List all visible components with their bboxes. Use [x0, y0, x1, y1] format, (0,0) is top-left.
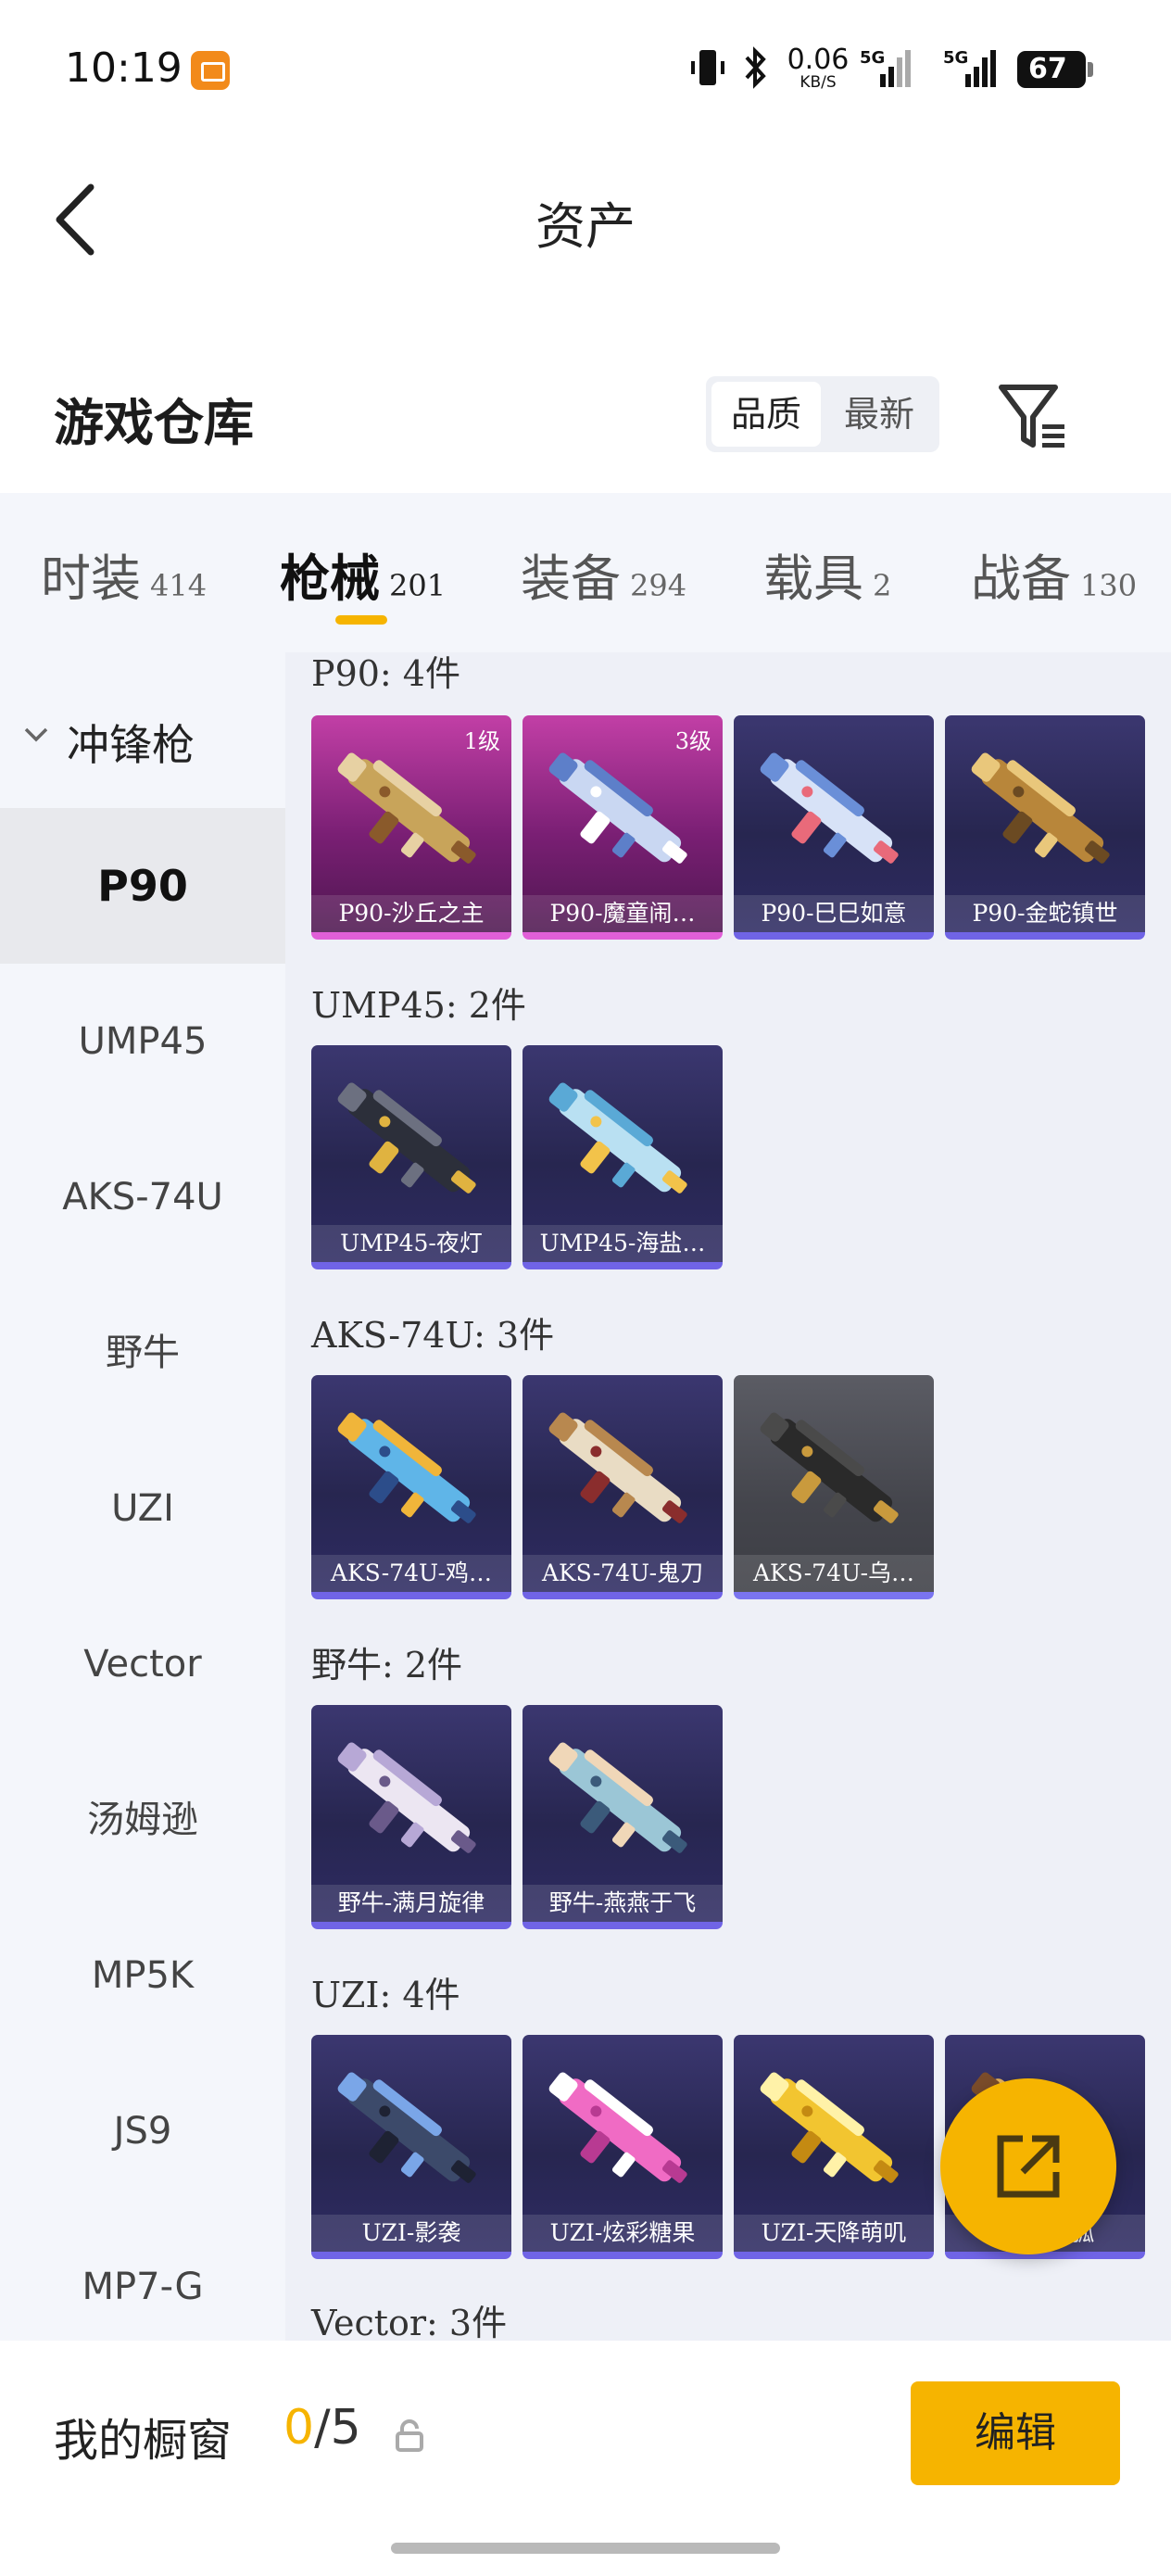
- chevron-down-icon: [24, 727, 48, 742]
- vibrate-icon: [691, 50, 724, 85]
- group-label-aks74u: AKS-74U: 3件: [311, 1315, 555, 1356]
- app-notification-icon: [191, 51, 230, 90]
- weapon-skin-image: [971, 752, 1110, 864]
- sidebar-item-js9[interactable]: JS9: [0, 2053, 285, 2209]
- share-button[interactable]: [940, 2078, 1116, 2254]
- sidebar-item-uzi[interactable]: UZI: [0, 1431, 285, 1586]
- weapon-name: UMP45-海盐…: [523, 1225, 723, 1262]
- signal-icon: 5G: [943, 48, 996, 87]
- filter-icon[interactable]: [996, 380, 1070, 454]
- weapon-name: UMP45-夜灯: [311, 1225, 511, 1262]
- weapon-card[interactable]: UZI-影袭: [311, 2035, 511, 2259]
- signal-icon: 5G: [860, 48, 911, 87]
- weapon-card[interactable]: UMP45-夜灯: [311, 1045, 511, 1269]
- weapon-card[interactable]: AKS-74U-鸡…: [311, 1375, 511, 1599]
- showcase-label: 我的橱窗: [54, 2415, 233, 2467]
- weapon-card[interactable]: 野牛-燕燕于飞: [523, 1705, 723, 1929]
- home-indicator[interactable]: [391, 2543, 780, 2554]
- group-label-bizon: 野牛: 2件: [311, 1645, 463, 1686]
- sort-by-newest[interactable]: 最新: [825, 382, 934, 447]
- weapon-card[interactable]: UZI-炫彩糖果: [523, 2035, 723, 2259]
- weapon-skin-image: [548, 1412, 687, 1523]
- weapon-name: AKS-74U-鬼刀: [523, 1555, 723, 1592]
- weapon-skin-image: [548, 1742, 687, 1853]
- weapon-card[interactable]: P90-金蛇镇世: [945, 715, 1145, 940]
- group-label-uzi: UZI: 4件: [311, 1975, 460, 2015]
- category-tabs: 时装 414 枪械 201 装备 294 载具 2 战备 130: [0, 493, 1171, 652]
- sidebar-item-p90[interactable]: P90: [0, 808, 285, 964]
- page-title: 资产: [535, 197, 636, 256]
- weapon-card[interactable]: UMP45-海盐…: [523, 1045, 723, 1269]
- weapon-level-badge: 3级: [674, 728, 711, 754]
- warehouse-title: 游戏仓库: [54, 393, 254, 452]
- tab-vehicles[interactable]: 载具 2: [763, 537, 891, 612]
- sort-toggle: 品质 最新: [706, 376, 939, 452]
- status-time: 10:19: [65, 44, 183, 92]
- edit-button[interactable]: 编辑: [911, 2381, 1120, 2485]
- weapon-skin-image: [337, 2072, 476, 2183]
- weapon-name: P90-沙丘之主: [311, 895, 511, 932]
- weapon-card[interactable]: UZI-天降萌叽: [734, 2035, 934, 2259]
- weapon-card[interactable]: P90-巳巳如意: [734, 715, 934, 940]
- weapon-skin-image: [337, 1742, 476, 1853]
- weapon-level-badge: 1级: [463, 728, 500, 754]
- showcase-count: 0/5: [283, 2400, 361, 2456]
- active-tab-indicator: [335, 615, 387, 625]
- sidebar-item-mp5k[interactable]: MP5K: [0, 1898, 285, 2053]
- sidebar-item-vector[interactable]: Vector: [0, 1586, 285, 1742]
- tab-supplies[interactable]: 战备 130: [971, 537, 1137, 612]
- network-speed: 0.06 KB/S: [787, 44, 850, 92]
- weapon-skin-image: [337, 1412, 476, 1523]
- sidebar-item-thompson[interactable]: 汤姆逊: [0, 1742, 285, 1898]
- sidebar-group-smg[interactable]: 冲锋枪: [0, 699, 285, 782]
- weapon-name: P90-魔童闹…: [523, 895, 723, 932]
- battery-indicator: 67: [1017, 51, 1093, 88]
- weapon-card[interactable]: 野牛-满月旋律: [311, 1705, 511, 1929]
- sidebar-item-mp7g[interactable]: MP7-G: [0, 2209, 285, 2341]
- weapon-category-sidebar: 冲锋枪 P90 UMP45 AKS-74U 野牛 UZI Vector 汤姆逊 …: [0, 652, 285, 2341]
- tab-equipment[interactable]: 装备 294: [521, 537, 686, 612]
- weapon-skin-image: [548, 752, 687, 864]
- sidebar-item-aks74u[interactable]: AKS-74U: [0, 1119, 285, 1275]
- group-label-p90: P90: 4件: [311, 653, 460, 694]
- weapon-name: 野牛-燕燕于飞: [523, 1885, 723, 1922]
- weapon-skin-image: [760, 2072, 899, 2183]
- weapon-skin-image: [548, 1082, 687, 1193]
- sidebar-item-ump45[interactable]: UMP45: [0, 964, 285, 1119]
- tab-weapons[interactable]: 枪械 201: [280, 537, 446, 612]
- lock-icon: [396, 2419, 423, 2452]
- weapon-skin-image: [337, 752, 476, 864]
- external-link-icon: [997, 2135, 1060, 2198]
- tab-outfits[interactable]: 时装 414: [41, 537, 207, 612]
- showcase-panel: 我的橱窗 0/5 编辑: [0, 2341, 1171, 2576]
- svg-text:5G: 5G: [860, 48, 885, 68]
- weapon-name: AKS-74U-乌…: [734, 1555, 934, 1592]
- weapon-name: P90-金蛇镇世: [945, 895, 1145, 932]
- svg-text:5G: 5G: [943, 48, 968, 68]
- sidebar-item-bizon[interactable]: 野牛: [0, 1275, 285, 1431]
- bluetooth-icon: [745, 46, 766, 89]
- group-label-ump45: UMP45: 2件: [311, 985, 526, 1026]
- weapon-name: UZI-影袭: [311, 2215, 511, 2252]
- weapon-name: 野牛-满月旋律: [311, 1885, 511, 1922]
- weapon-name: AKS-74U-鸡…: [311, 1555, 511, 1592]
- sort-by-quality[interactable]: 品质: [711, 382, 821, 447]
- weapon-name: UZI-炫彩糖果: [523, 2215, 723, 2252]
- weapon-skin-image: [760, 752, 899, 864]
- weapon-card[interactable]: AKS-74U-乌…: [734, 1375, 934, 1599]
- weapon-skin-image: [548, 2072, 687, 2183]
- weapon-card[interactable]: 3级 P90-魔童闹…: [523, 715, 723, 940]
- status-bar: 10:19 0.06 KB/S 5G 5G 67: [0, 0, 1171, 139]
- group-label-vector: Vector: 3件: [311, 2303, 508, 2341]
- weapon-name: P90-巳巳如意: [734, 895, 934, 932]
- weapon-card[interactable]: 1级 P90-沙丘之主: [311, 715, 511, 940]
- weapon-skin-image: [337, 1082, 476, 1193]
- weapon-skin-image: [760, 1412, 899, 1523]
- weapon-name: UZI-天降萌叽: [734, 2215, 934, 2252]
- weapon-card[interactable]: AKS-74U-鬼刀: [523, 1375, 723, 1599]
